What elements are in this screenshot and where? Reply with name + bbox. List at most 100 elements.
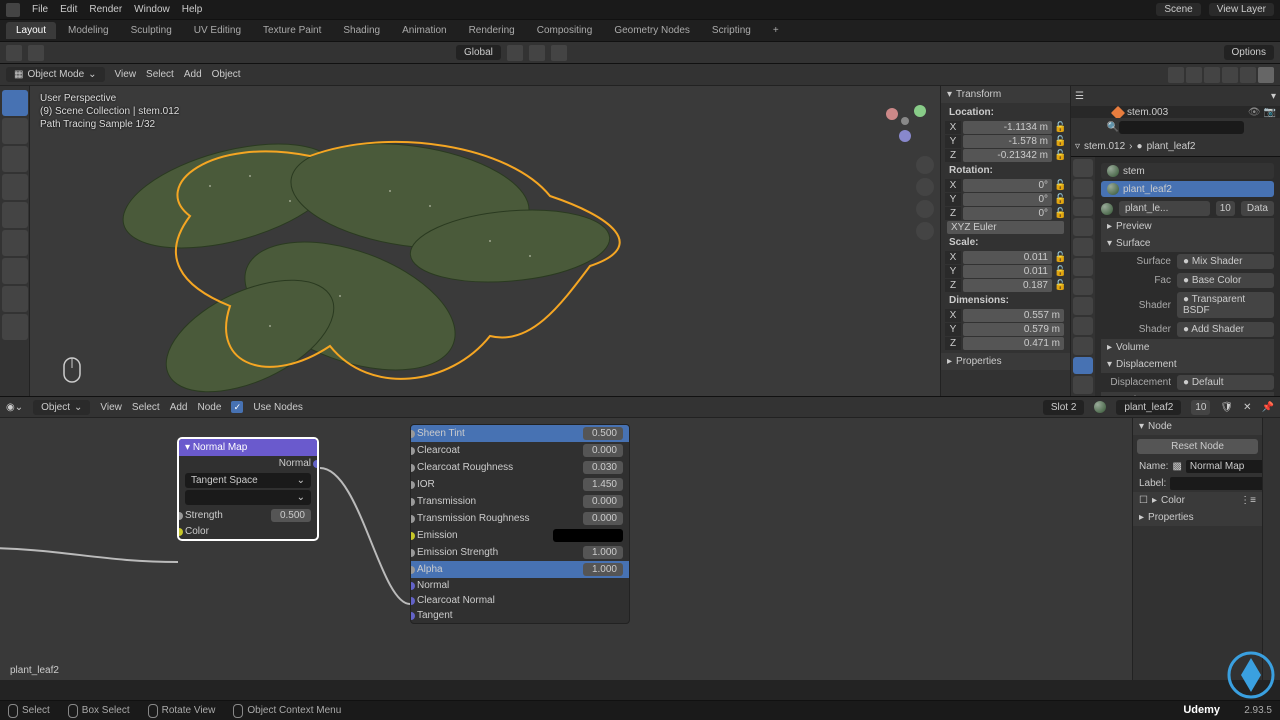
menu-help[interactable]: Help xyxy=(182,4,203,15)
rotation-x[interactable]: 0° xyxy=(963,179,1052,192)
node-right-tabs[interactable] xyxy=(1262,418,1280,680)
dim-y[interactable]: 0.579 m xyxy=(963,323,1064,336)
node-label-input[interactable] xyxy=(1170,477,1262,490)
bsdf-socket[interactable]: Transmission Roughness0.000 xyxy=(411,510,629,527)
options-icon[interactable]: ⋮≡ xyxy=(1240,495,1256,506)
bsdf-socket[interactable]: Emission Strength1.000 xyxy=(411,544,629,561)
viewport-menu-view[interactable]: View xyxy=(115,69,137,80)
location-y[interactable]: -1.578 m xyxy=(963,135,1052,148)
tab-modeling[interactable]: Modeling xyxy=(58,22,119,39)
menu-render[interactable]: Render xyxy=(89,4,122,15)
filter-icon[interactable]: ▾ xyxy=(1271,91,1276,102)
surface-panel[interactable]: ▾Surface xyxy=(1101,235,1274,252)
tab-animation[interactable]: Animation xyxy=(392,22,456,39)
tab-uv-editing[interactable]: UV Editing xyxy=(184,22,251,39)
menu-window[interactable]: Window xyxy=(134,4,170,15)
lock-icon[interactable]: 🔓 xyxy=(1054,208,1066,219)
tool-scale[interactable] xyxy=(2,202,28,228)
bsdf-socket[interactable]: IOR1.450 xyxy=(411,476,629,493)
zoom-icon[interactable] xyxy=(916,156,934,174)
rotation-y[interactable]: 0° xyxy=(963,193,1052,206)
scale-y[interactable]: 0.011 xyxy=(963,265,1052,278)
menu-edit[interactable]: Edit xyxy=(60,4,77,15)
menu-file[interactable]: File xyxy=(32,4,48,15)
tool-move[interactable] xyxy=(2,146,28,172)
lock-icon[interactable]: 🔓 xyxy=(1054,194,1066,205)
strength-input[interactable]: 0.500 xyxy=(271,509,311,522)
surface-shader[interactable]: ● Mix Shader xyxy=(1177,254,1274,269)
dim-x[interactable]: 0.557 m xyxy=(963,309,1064,322)
tab-particle-icon[interactable] xyxy=(1073,297,1093,315)
blender-logo-icon[interactable] xyxy=(6,3,20,17)
viewport-menu-object[interactable]: Object xyxy=(212,69,241,80)
xray-toggle-icon[interactable] xyxy=(1186,67,1202,83)
uvmap-dropdown[interactable]: ⌄ xyxy=(185,490,311,505)
bsdf-socket[interactable]: Emission xyxy=(411,527,629,544)
tab-rendering[interactable]: Rendering xyxy=(459,22,525,39)
fac-input[interactable]: ● Base Color xyxy=(1177,273,1274,288)
node-principled-bsdf[interactable]: Sheen Tint0.500Clearcoat0.000Clearcoat R… xyxy=(410,424,630,624)
3d-viewport[interactable]: User Perspective (9) Scene Collection | … xyxy=(30,86,940,396)
tab-add[interactable]: + xyxy=(763,22,789,39)
snap-icon[interactable] xyxy=(28,45,44,61)
lock-icon[interactable]: 🔓 xyxy=(1054,136,1066,147)
tab-object-icon[interactable] xyxy=(1073,258,1093,276)
preview-panel[interactable]: ▸Preview xyxy=(1101,218,1274,235)
lock-icon[interactable]: 🔓 xyxy=(1054,252,1066,263)
viewport-menu-select[interactable]: Select xyxy=(146,69,174,80)
slot-selector[interactable]: Slot 2 xyxy=(1043,400,1085,415)
shader-1[interactable]: ● Transparent BSDF xyxy=(1177,292,1274,318)
scale-x[interactable]: 0.011 xyxy=(963,251,1052,264)
perspective-icon[interactable] xyxy=(916,222,934,240)
shading-matprev-icon[interactable] xyxy=(1240,67,1256,83)
unlink-icon[interactable]: ✕ xyxy=(1243,402,1251,413)
tab-scripting[interactable]: Scripting xyxy=(702,22,761,39)
tab-modifier-icon[interactable] xyxy=(1073,278,1093,296)
bsdf-socket[interactable]: Clearcoat0.000 xyxy=(411,442,629,459)
material-link-toggle[interactable]: Data xyxy=(1241,201,1274,216)
transform-panel-header[interactable]: ▾Transform xyxy=(941,86,1070,103)
tool-rotate[interactable] xyxy=(2,174,28,200)
material-icon[interactable] xyxy=(1094,401,1106,413)
tool-transform[interactable] xyxy=(2,230,28,256)
tab-sculpting[interactable]: Sculpting xyxy=(121,22,182,39)
shading-rendered-icon[interactable] xyxy=(1258,67,1274,83)
bsdf-socket[interactable]: Normal xyxy=(411,578,629,593)
lock-icon[interactable]: 🔓 xyxy=(1054,280,1066,291)
lock-icon[interactable]: 🔓 xyxy=(1054,180,1066,191)
tab-output-icon[interactable] xyxy=(1073,179,1093,197)
proportional-icon[interactable] xyxy=(551,45,567,61)
lock-icon[interactable]: 🔓 xyxy=(1054,266,1066,277)
node-properties-panel[interactable]: ▸Properties xyxy=(1133,509,1262,526)
tab-physics-icon[interactable] xyxy=(1073,317,1093,335)
rotation-mode[interactable]: XYZ Euler xyxy=(947,221,1064,234)
tab-texture-paint[interactable]: Texture Paint xyxy=(253,22,331,39)
bsdf-socket[interactable]: Sheen Tint0.500 xyxy=(411,425,629,442)
orientation-dropdown[interactable]: Global xyxy=(456,45,501,60)
dim-z[interactable]: 0.471 m xyxy=(963,337,1064,350)
scale-z[interactable]: 0.187 xyxy=(963,279,1052,292)
tab-world-icon[interactable] xyxy=(1073,238,1093,256)
tab-render-icon[interactable] xyxy=(1073,159,1093,177)
eye-icon[interactable]: 👁 xyxy=(1248,107,1261,118)
shader-2[interactable]: ● Add Shader xyxy=(1177,322,1274,337)
node-name-input[interactable] xyxy=(1186,460,1262,473)
cursor-icon[interactable] xyxy=(6,45,22,61)
overlay-toggle-icon[interactable] xyxy=(1168,67,1184,83)
material-slot-1[interactable]: plant_leaf2 xyxy=(1101,181,1274,197)
fake-user-icon[interactable]: 🛡 xyxy=(1220,402,1233,413)
outliner[interactable]: stem.003👁📷stem.004👁📷stem.005👁📷plants1👁📷s… xyxy=(1071,106,1280,118)
bsdf-socket[interactable]: Tangent xyxy=(411,608,629,623)
viewport-menu-add[interactable]: Add xyxy=(184,69,202,80)
tab-shading[interactable]: Shading xyxy=(333,22,390,39)
pin-icon[interactable]: 📌 xyxy=(1262,402,1274,413)
displacement-panel[interactable]: ▾Displacement xyxy=(1101,356,1274,373)
render-icon[interactable]: 📷 xyxy=(1264,107,1276,118)
tab-compositing[interactable]: Compositing xyxy=(527,22,603,39)
shader-type[interactable]: Object ⌄ xyxy=(33,400,90,415)
options-dropdown[interactable]: Options xyxy=(1224,45,1274,60)
tab-layout[interactable]: Layout xyxy=(6,22,56,39)
shading-wire-icon[interactable] xyxy=(1204,67,1220,83)
material-preview-icon[interactable] xyxy=(1101,203,1113,215)
rotation-z[interactable]: 0° xyxy=(963,207,1052,220)
